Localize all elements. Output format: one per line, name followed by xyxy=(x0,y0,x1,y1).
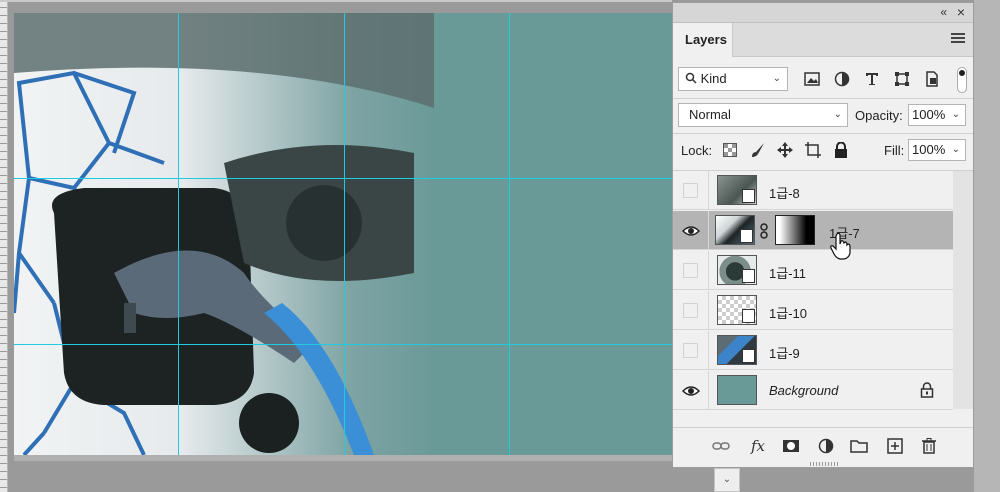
filter-toggle-switch[interactable] xyxy=(957,67,967,93)
chevron-down-icon: ⌄ xyxy=(833,109,842,120)
layer-name[interactable]: 1급-9 xyxy=(769,343,800,362)
eye-icon[interactable] xyxy=(682,224,700,238)
workspace-right-edge xyxy=(974,0,1000,492)
document-canvas[interactable] xyxy=(14,13,672,455)
lock-all-icon[interactable] xyxy=(831,140,851,160)
visibility-column xyxy=(673,251,709,290)
filter-kind-label: Kind xyxy=(700,71,727,86)
smart-object-badge-icon xyxy=(742,349,755,363)
lock-artboard-icon[interactable] xyxy=(803,140,823,160)
guide-horizontal-1[interactable] xyxy=(14,178,672,179)
divider xyxy=(673,98,973,99)
visibility-column xyxy=(673,171,709,210)
layer-row-selected[interactable]: 1급-7 xyxy=(673,211,953,250)
eye-icon[interactable] xyxy=(682,384,700,398)
guide-horizontal-2[interactable] xyxy=(14,344,672,345)
guide-vertical-1[interactable] xyxy=(178,13,179,455)
fill-value: 100% xyxy=(912,142,946,157)
close-icon[interactable]: × xyxy=(957,4,965,20)
adjustment-icon[interactable] xyxy=(816,436,836,456)
layer-row[interactable]: 1급-10 xyxy=(673,291,953,330)
folder-icon[interactable] xyxy=(849,436,869,456)
visibility-column xyxy=(673,291,709,330)
type-filter-icon[interactable] xyxy=(862,69,882,89)
new-layer-icon[interactable] xyxy=(885,436,905,456)
smart-object-badge-icon xyxy=(742,189,755,203)
adjustment-filter-icon[interactable] xyxy=(832,69,852,89)
filter-kind-select[interactable]: Kind ⌄ xyxy=(678,67,788,91)
mask-icon[interactable] xyxy=(781,436,801,456)
layer-row[interactable]: 1급-8 xyxy=(673,171,953,210)
lock-label: Lock: xyxy=(681,143,713,158)
fill-label: Fill: xyxy=(884,143,905,158)
layer-thumbnail[interactable] xyxy=(717,175,757,205)
resize-grip[interactable] xyxy=(810,462,838,466)
hand-cursor-icon xyxy=(830,232,851,260)
layer-row-background[interactable]: Background xyxy=(673,371,953,410)
trash-icon[interactable] xyxy=(919,436,939,456)
layer-name[interactable]: 1급-11 xyxy=(769,263,806,282)
layer-thumbnail[interactable] xyxy=(717,335,757,365)
layers-scrollbar[interactable] xyxy=(953,171,973,409)
opacity-label: Opacity: xyxy=(855,108,903,123)
smart-object-badge-icon xyxy=(742,269,755,283)
layer-mask-thumbnail[interactable] xyxy=(775,215,815,245)
layer-name[interactable]: Background xyxy=(769,383,838,398)
layers-panel: « × Layers Kind ⌄ Normal ⌄ Opacity: 100%… xyxy=(672,2,974,468)
panel-menu-icon[interactable] xyxy=(951,33,965,44)
horizontal-ruler xyxy=(0,0,672,2)
chevron-down-icon[interactable]: ⌄ xyxy=(952,105,960,125)
chevron-down-icon: ⌄ xyxy=(772,73,781,84)
search-icon xyxy=(685,72,697,84)
smart-object-badge-icon xyxy=(740,229,753,243)
fill-input[interactable]: 100% ⌄ xyxy=(908,139,966,161)
canvas-photo xyxy=(14,13,434,455)
layer-row[interactable]: 1급-9 xyxy=(673,331,953,370)
layer-name[interactable]: 1급-10 xyxy=(769,303,807,322)
blend-mode-select[interactable]: Normal ⌄ xyxy=(678,103,848,127)
canvas-horizontal-scrollbar[interactable] xyxy=(14,455,672,461)
layer-name[interactable]: 1급-8 xyxy=(769,183,800,202)
chevron-down-icon[interactable]: ⌄ xyxy=(952,140,960,160)
chain-link-icon[interactable] xyxy=(759,223,769,239)
smart-object-filter-icon[interactable] xyxy=(922,69,942,89)
lock-transparency-icon[interactable] xyxy=(720,140,740,160)
link-icon[interactable] xyxy=(711,436,731,456)
visibility-column xyxy=(673,331,709,370)
visibility-toggle[interactable] xyxy=(683,303,698,318)
panel-bottom-bar: fx xyxy=(673,427,973,461)
opacity-value: 100% xyxy=(912,107,946,122)
guide-vertical-3[interactable] xyxy=(509,13,510,455)
panel-tabbar: Layers xyxy=(673,23,973,57)
shape-filter-icon[interactable] xyxy=(892,69,912,89)
layer-thumbnail[interactable] xyxy=(715,215,755,245)
collapse-icon[interactable]: « xyxy=(940,5,947,19)
fx-icon[interactable]: fx xyxy=(748,436,768,456)
layer-row[interactable]: 1급-11 xyxy=(673,251,953,290)
visibility-toggle[interactable] xyxy=(683,183,698,198)
pixel-filter-icon[interactable] xyxy=(802,69,822,89)
smart-object-badge-icon xyxy=(742,309,755,323)
visibility-toggle[interactable] xyxy=(683,263,698,278)
divider xyxy=(673,133,973,134)
visibility-column xyxy=(673,371,709,410)
layers-list: 1급-8 1급-7 1급-11 1급-10 1급-9 Background xyxy=(673,171,953,410)
layer-thumbnail[interactable] xyxy=(717,255,757,285)
visibility-toggle[interactable] xyxy=(683,343,698,358)
layer-thumbnail[interactable] xyxy=(717,295,757,325)
opacity-input[interactable]: 100% ⌄ xyxy=(908,104,966,126)
lock-position-icon[interactable] xyxy=(775,140,795,160)
guide-vertical-2[interactable] xyxy=(344,13,345,455)
layer-thumbnail[interactable] xyxy=(717,375,757,405)
panel-titlebar[interactable]: « × xyxy=(673,3,973,23)
lock-icon[interactable] xyxy=(920,382,934,398)
blend-mode-value: Normal xyxy=(689,107,731,122)
tab-layers[interactable]: Layers xyxy=(673,23,733,57)
panel-scroll-arrow[interactable]: ⌄ xyxy=(714,468,740,492)
visibility-column xyxy=(673,211,709,250)
lock-pixels-icon[interactable] xyxy=(748,140,768,160)
vertical-ruler xyxy=(0,0,8,492)
